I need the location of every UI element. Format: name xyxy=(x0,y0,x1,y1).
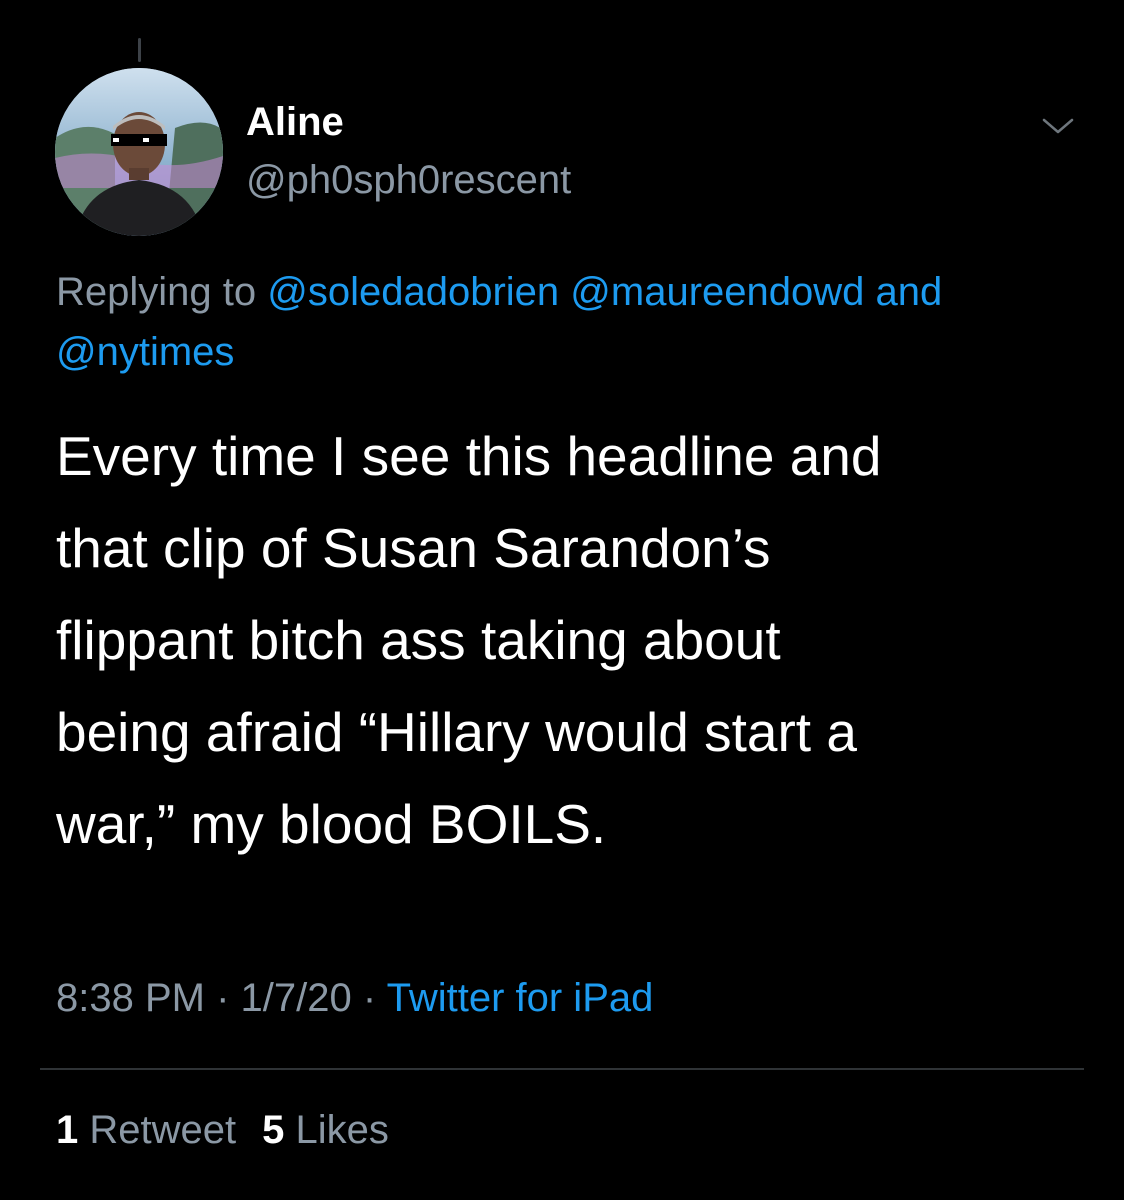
mention-link[interactable]: @nytimes xyxy=(56,330,234,374)
like-label: Likes xyxy=(295,1108,389,1152)
tweet-text-line: that clip of Susan Sarandon’s xyxy=(56,517,771,579)
engagement-stats: 1 Retweet 5 Likes xyxy=(56,1104,389,1156)
like-count: 5 xyxy=(262,1108,285,1152)
tweet-text-line: war,” my blood BOILS. xyxy=(56,793,607,855)
tweet-date: 1/7/20 xyxy=(240,976,352,1020)
thread-connector-line xyxy=(138,38,141,62)
replying-to-label: Replying to xyxy=(56,270,257,314)
tweet-text-line: flippant bitch ass taking about xyxy=(56,609,781,671)
replying-to: Replying to @soledadobrien @maureendowd … xyxy=(56,262,1066,382)
tweet-source-link[interactable]: Twitter for iPad xyxy=(387,976,654,1020)
likes-stat[interactable]: 5 Likes xyxy=(262,1108,389,1152)
mention-link[interactable]: @maureendowd xyxy=(570,270,864,314)
avatar[interactable] xyxy=(55,68,223,236)
tweet-time: 8:38 PM xyxy=(56,976,205,1020)
divider xyxy=(40,1068,1084,1070)
author-handle[interactable]: @ph0sph0rescent xyxy=(246,154,571,206)
retweet-label: Retweet xyxy=(89,1108,237,1152)
tweet-metadata: 8:38 PM · 1/7/20 · Twitter for iPad xyxy=(56,972,653,1024)
retweets-stat[interactable]: 1 Retweet xyxy=(56,1108,236,1152)
tweet-text: Every time I see this headline and that … xyxy=(56,410,1086,870)
meta-separator: · xyxy=(362,976,377,1020)
avatar-image xyxy=(55,68,223,236)
tweet-text-line: Every time I see this headline and xyxy=(56,425,882,487)
chevron-down-icon[interactable] xyxy=(1040,112,1076,140)
replying-to-conjunction[interactable]: and xyxy=(876,270,943,314)
tweet-text-line: being afraid “Hillary would start a xyxy=(56,701,857,763)
author-display-name[interactable]: Aline xyxy=(246,96,344,148)
meta-separator: · xyxy=(216,976,230,1020)
retweet-count: 1 xyxy=(56,1108,79,1152)
mention-link[interactable]: @soledadobrien xyxy=(267,270,559,314)
